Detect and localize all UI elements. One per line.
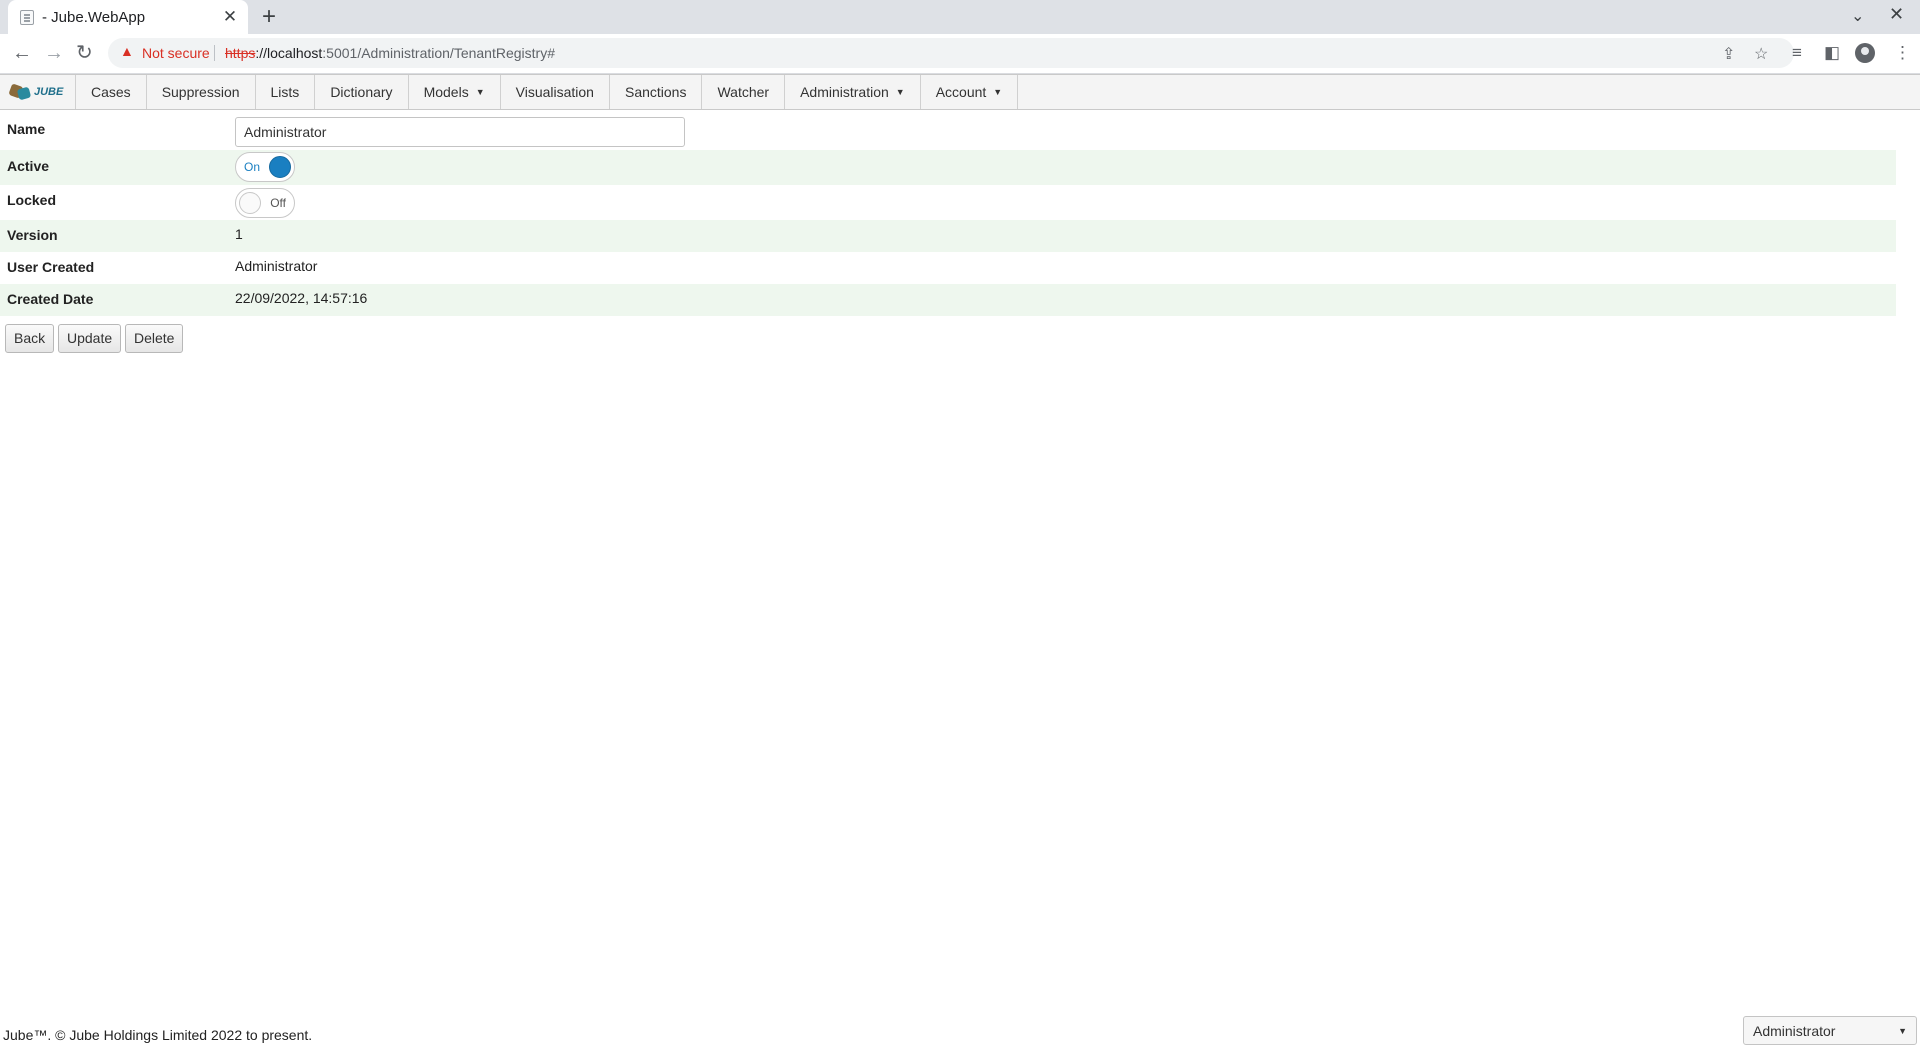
dropdown-caret-icon: ▼ (895, 87, 905, 97)
dropdown-caret-icon: ▼ (475, 87, 485, 97)
tab-title: - Jube.WebApp (42, 8, 146, 26)
name-input[interactable] (235, 117, 685, 147)
locked-label: Locked (7, 192, 57, 208)
update-button[interactable]: Update (58, 324, 122, 353)
address-bar[interactable]: ▲ Not secure https://localhost:5001/Admi… (108, 38, 1794, 68)
app-menubar: JUBE Cases Suppression Lists Dictionary … (0, 74, 1920, 110)
user-created-value: Administrator (235, 258, 318, 274)
page-favicon-icon (20, 9, 34, 25)
version-value: 1 (235, 226, 243, 242)
profile-avatar-icon[interactable] (1855, 43, 1875, 63)
logo-text: JUBE (34, 86, 64, 98)
created-date-value: 22/09/2022, 14:57:16 (235, 290, 368, 306)
menu-item-sanctions[interactable]: Sanctions (610, 75, 703, 109)
user-select-value: Administrator (1753, 1023, 1836, 1039)
share-icon[interactable]: ⇪ (1722, 44, 1735, 64)
footer-copyright: Jube™. © Jube Holdings Limited 2022 to p… (3, 1027, 313, 1043)
created-date-label: Created Date (7, 291, 94, 307)
locked-toggle[interactable]: Off (235, 188, 295, 218)
version-label: Version (7, 227, 58, 243)
active-label: Active (7, 158, 50, 174)
delete-button[interactable]: Delete (125, 324, 184, 353)
jube-logo[interactable]: JUBE (0, 75, 76, 109)
close-window-icon[interactable]: ✕ (1889, 4, 1904, 25)
dropdown-caret-icon: ▼ (993, 87, 1003, 97)
minimize-chevron-icon[interactable]: ⌄ (1851, 6, 1864, 26)
menu-item-visualisation[interactable]: Visualisation (501, 75, 610, 109)
form-row-active: Active On (0, 150, 1896, 185)
menu-item-suppression[interactable]: Suppression (147, 75, 256, 109)
not-secure-label[interactable]: Not secure (142, 45, 210, 61)
url-text[interactable]: https://localhost:5001/Administration/Te… (225, 45, 555, 61)
reload-icon[interactable]: ↻ (76, 42, 93, 64)
form-row-name: Name (0, 112, 1896, 150)
active-toggle-state: On (244, 160, 261, 174)
media-controls-icon[interactable]: ≡ (1792, 43, 1802, 63)
browser-toolbar: ← → ↻ ▲ Not secure https://localhost:500… (0, 34, 1920, 74)
back-arrow-icon[interactable]: ← (12, 42, 32, 64)
form-row-user-created: User Created Administrator (0, 252, 1896, 284)
menu-item-account[interactable]: Account ▼ (921, 75, 1019, 109)
browser-tab[interactable]: - Jube.WebApp ✕ (8, 0, 248, 34)
forward-arrow-icon[interactable]: → (44, 42, 64, 64)
form-row-locked: Locked Off (0, 185, 1896, 220)
bookmark-star-icon[interactable]: ☆ (1754, 44, 1768, 64)
browser-tabstrip: - Jube.WebApp ✕ + ⌄ ✕ (0, 0, 1920, 34)
jube-logo-icon (8, 83, 32, 101)
name-label: Name (7, 121, 46, 137)
active-toggle[interactable]: On (235, 152, 295, 182)
menu-item-dictionary[interactable]: Dictionary (315, 75, 409, 109)
toggle-knob (269, 156, 291, 178)
menu-item-cases[interactable]: Cases (76, 75, 147, 109)
form-row-created-date: Created Date 22/09/2022, 14:57:16 (0, 284, 1896, 316)
close-tab-icon[interactable]: ✕ (222, 7, 238, 27)
form-row-version: Version 1 (0, 220, 1896, 252)
address-separator (214, 45, 215, 61)
warning-icon: ▲ (120, 43, 134, 59)
menu-item-administration[interactable]: Administration ▼ (785, 75, 921, 109)
side-panel-icon[interactable]: ◧ (1824, 43, 1840, 63)
menu-item-watcher[interactable]: Watcher (702, 75, 786, 109)
user-created-label: User Created (7, 259, 95, 275)
menu-item-lists[interactable]: Lists (256, 75, 316, 109)
user-select[interactable]: Administrator ▼ (1743, 1016, 1917, 1045)
browser-menu-icon[interactable]: ⋮ (1894, 43, 1911, 63)
locked-toggle-state: Off (270, 196, 286, 210)
new-tab-button[interactable]: + (262, 4, 276, 30)
menu-item-models[interactable]: Models ▼ (409, 75, 501, 109)
toggle-knob (239, 192, 261, 214)
back-button[interactable]: Back (5, 324, 55, 353)
chevron-down-icon: ▼ (1898, 1026, 1907, 1036)
